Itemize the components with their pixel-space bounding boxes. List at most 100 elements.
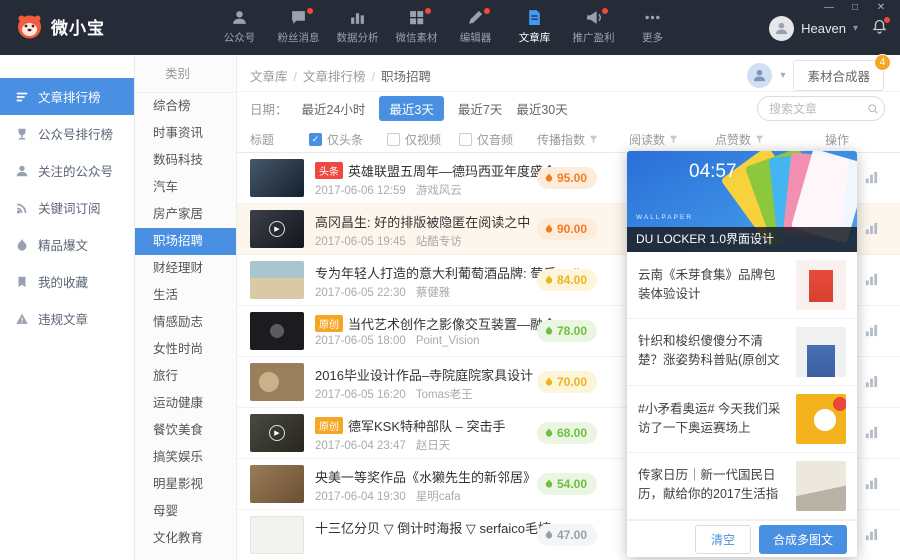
category-item[interactable]: 餐饮美食 (135, 417, 236, 444)
sidebar-item-favorites[interactable]: 我的收藏 (0, 263, 134, 300)
stats-chart-icon[interactable] (864, 476, 879, 496)
stats-chart-icon[interactable] (864, 425, 879, 445)
nav-item-more[interactable]: 更多 (623, 0, 682, 55)
nav-item-analytics[interactable]: 数据分析 (328, 0, 387, 55)
nav-item-promotion[interactable]: 推广盈利 (564, 0, 623, 55)
category-item[interactable]: 母婴 (135, 498, 236, 525)
sidebar-item-keyword-subscription[interactable]: 关键词订阅 (0, 189, 134, 226)
stats-chart-icon[interactable] (864, 272, 879, 292)
article-title[interactable]: 十三亿分贝 ▽ 倒计时海报 ▽ serfaico毛婷 (315, 518, 551, 537)
category-item-active[interactable]: 职场招聘 (135, 228, 236, 255)
date-option-30d[interactable]: 最近30天 (516, 99, 567, 118)
minimize-button[interactable]: — (816, 0, 842, 18)
chevron-down-icon[interactable]: ▾ (780, 70, 785, 81)
composer-item[interactable]: #小矛看奥运# 今天我们采访了一下奥运赛场上 (627, 386, 857, 453)
article-thumbnail[interactable] (250, 312, 304, 350)
spread-index-value: 54.00 (557, 477, 588, 491)
date-option-3d-active[interactable]: 最近3天 (379, 96, 444, 121)
filter-audio-only[interactable]: 仅音频 (459, 131, 513, 148)
category-item[interactable]: 搞笑娱乐 (135, 444, 236, 471)
sidebar-item-followed-accounts[interactable]: 关注的公众号 (0, 152, 134, 189)
article-title[interactable]: 英雄联盟五周年—德玛西亚年度盛会! (348, 161, 560, 180)
article-thumbnail[interactable]: ▶ (250, 210, 304, 248)
category-item[interactable]: 房产家居 (135, 201, 236, 228)
column-reads[interactable]: 阅读数 (629, 131, 678, 148)
composer-item[interactable]: 云南《禾芽食集》品牌包装体验设计 (627, 252, 857, 319)
article-thumbnail[interactable] (250, 261, 304, 299)
article-author[interactable]: 星明cafa (416, 491, 461, 503)
category-item[interactable]: 文化教育 (135, 525, 236, 552)
search-input[interactable] (769, 101, 867, 116)
filter-headline-only[interactable]: ✓ 仅头条 (309, 131, 363, 148)
category-item[interactable]: 综合榜 (135, 93, 236, 120)
category-item[interactable]: 明星影视 (135, 471, 236, 498)
category-item[interactable]: 运动健康 (135, 390, 236, 417)
nav-item-editor[interactable]: 编辑器 (446, 0, 505, 55)
article-author[interactable]: Point_Vision (416, 335, 480, 347)
article-thumbnail[interactable]: ▶ (250, 414, 304, 452)
date-option-7d[interactable]: 最近7天 (458, 99, 502, 118)
close-button[interactable]: ✕ (868, 0, 894, 18)
compose-multi-button[interactable]: 合成多图文 (758, 524, 847, 554)
nav-item-wechat-materials[interactable]: 微信素材 (387, 0, 446, 55)
stats-chart-icon[interactable] (864, 170, 879, 190)
sidebar-item-label: 我的收藏 (38, 276, 89, 290)
column-likes[interactable]: 点赞数 (715, 131, 764, 148)
sidebar-item-article-ranking[interactable]: 文章排行榜 (0, 78, 134, 115)
stats-chart-icon[interactable] (864, 323, 879, 343)
category-item[interactable]: 汽车 (135, 174, 236, 201)
filter-video-only[interactable]: 仅视频 (387, 131, 441, 148)
stats-chart-icon[interactable] (864, 221, 879, 241)
breadcrumb-item[interactable]: 文章排行榜 (303, 70, 366, 84)
stats-chart-icon[interactable] (864, 527, 879, 547)
nav-item-article-library[interactable]: 文章库 (505, 0, 564, 55)
article-title[interactable]: 2016毕业设计作品–寺院庭院家具设计 (315, 365, 533, 384)
search-box (757, 96, 885, 121)
more-icon (645, 15, 660, 20)
article-thumbnail[interactable] (250, 516, 304, 554)
article-author[interactable]: 游戏风云 (416, 185, 462, 197)
chevron-down-icon: ▾ (852, 23, 858, 34)
breadcrumb-item[interactable]: 文章库 (250, 70, 288, 84)
spread-index-badge: 95.00 (537, 167, 598, 189)
article-thumbnail[interactable] (250, 159, 304, 197)
article-author[interactable]: 站酷专访 (416, 236, 462, 248)
column-spread-index[interactable]: 传播指数 (537, 131, 598, 148)
sidebar-item-account-ranking[interactable]: 公众号排行榜 (0, 115, 134, 152)
article-author[interactable]: 赵日天 (416, 440, 451, 452)
category-item[interactable]: 旅行 (135, 363, 236, 390)
category-item[interactable]: 时事资讯 (135, 120, 236, 147)
sidebar-item-top-articles[interactable]: 精品爆文 (0, 226, 134, 263)
nav-item-fan-messages[interactable]: 粉丝消息 (269, 0, 328, 55)
category-item[interactable]: 财经理财 (135, 255, 236, 282)
article-title[interactable]: 央美一等奖作品《水獭先生的新邻居》 (315, 467, 536, 486)
category-item[interactable]: 生活 (135, 282, 236, 309)
notifications-bell[interactable] (871, 16, 890, 40)
column-actions: 操作 (825, 133, 850, 147)
sidebar-item-violation-articles[interactable]: 违规文章 (0, 300, 134, 337)
account-avatar[interactable] (747, 63, 773, 88)
user-menu[interactable]: Heaven ▾ (769, 16, 890, 41)
category-item[interactable]: 情感励志 (135, 309, 236, 336)
article-title[interactable]: 德军KSK特种部队 – 突击手 (348, 416, 505, 435)
clear-button[interactable]: 清空 (694, 524, 751, 554)
composer-item[interactable]: 针织和梭织傻傻分不清楚？涨姿势科普贴(原创文章) (627, 319, 857, 386)
stats-chart-icon[interactable] (864, 374, 879, 394)
composer-item[interactable]: 传家日历｜新一代国民日历，献给你的2017生活指南 (627, 453, 857, 520)
avatar-person-icon (776, 22, 788, 35)
maximize-button[interactable]: □ (842, 0, 868, 18)
category-item[interactable]: 数码科技 (135, 147, 236, 174)
category-item[interactable]: 女性时尚 (135, 336, 236, 363)
composer-hero-item[interactable]: 04:57 WALLPAPER DU LOCKER 1.0界面设计 (627, 151, 857, 252)
flame-icon (545, 275, 553, 284)
article-title[interactable]: 高冈昌生: 好的排版被隐匿在阅读之中 (315, 212, 530, 231)
article-title[interactable]: 当代艺术创作之影像交互装置—融合 (348, 314, 556, 333)
nav-item-accounts[interactable]: 公众号 (210, 0, 269, 55)
article-author[interactable]: Tomas老王 (416, 389, 473, 401)
article-thumbnail[interactable] (250, 363, 304, 401)
date-option-24h[interactable]: 最近24小时 (302, 99, 366, 118)
material-composer-button[interactable]: 素材合成器 4 (793, 54, 891, 91)
article-date: 2017-06-05 22:30 (315, 287, 406, 299)
article-author[interactable]: 蔡健雅 (416, 287, 451, 299)
article-thumbnail[interactable] (250, 465, 304, 503)
